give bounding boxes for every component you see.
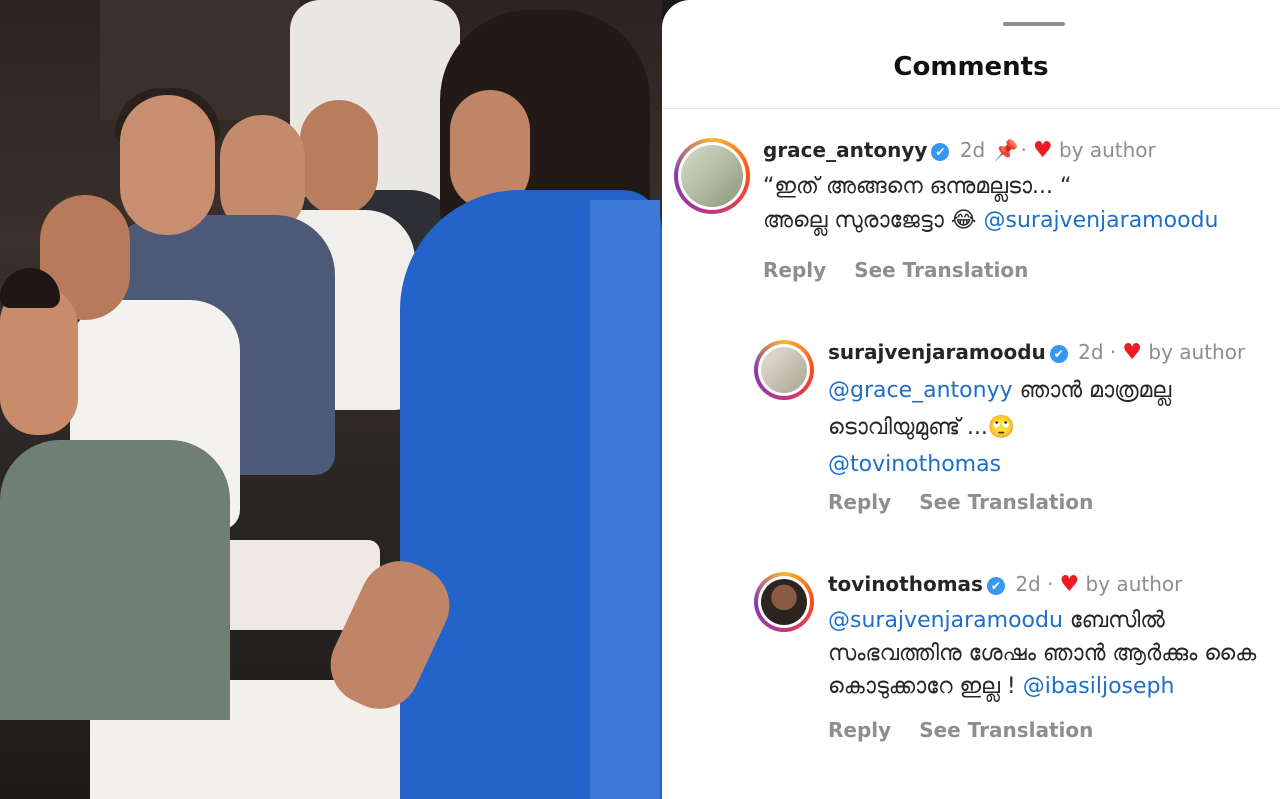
comment-actions: Reply See Translation — [828, 490, 1121, 514]
comments-sheet: Comments grace_antonyy ✔ 2d 📌 · ♥ by author… — [662, 0, 1280, 799]
timestamp: 2d — [1015, 572, 1041, 596]
avatar[interactable] — [674, 138, 750, 214]
comment-line: ഞാൻ മാത്രമല്ല — [1012, 378, 1172, 403]
comment-actions: Reply See Translation — [828, 718, 1121, 742]
seated-man-head — [120, 95, 215, 235]
see-translation-button[interactable]: See Translation — [919, 490, 1093, 514]
verified-badge-icon: ✔ — [1049, 344, 1068, 363]
timestamp: 2d — [1078, 340, 1104, 364]
comment-line: “ഇത് അങ്ങനെ ഒന്നുമല്ലടാ... “ — [763, 174, 1072, 199]
username[interactable]: tovinothomas — [828, 572, 983, 596]
comment-line: അല്ലെ സുരാജേട്ടാ 😂 — [763, 208, 984, 233]
mention-link[interactable]: @tovinothomas — [828, 452, 1001, 477]
avatar[interactable] — [754, 572, 814, 632]
comment-line: കൊടുക്കാറേ ഇല്ല ! — [828, 674, 1023, 699]
reply-button[interactable]: Reply — [828, 718, 891, 742]
divider — [662, 108, 1280, 109]
liked-by-author: by author — [1085, 572, 1183, 596]
seated-man-head — [300, 100, 378, 215]
comment-line: സംഭവത്തിനു ശേഷം ഞാൻ ആർക്കും കൈ — [828, 641, 1257, 666]
mention-link[interactable]: @surajvenjaramoodu — [984, 208, 1219, 233]
comment-text: @surajvenjaramoodu ബേസിൽ സംഭവത്തിനു ശേഷം… — [828, 604, 1256, 703]
timestamp: 2d — [959, 138, 986, 162]
see-translation-button[interactable]: See Translation — [919, 718, 1093, 742]
avatar[interactable] — [754, 340, 814, 400]
comment-line: ടൊവിയുമുണ്ട് ...🙄 — [828, 415, 1016, 440]
username[interactable]: grace_antonyy — [763, 138, 927, 162]
comment-line: ബേസിൽ — [1062, 608, 1165, 633]
reply-button[interactable]: Reply — [763, 258, 826, 282]
verified-badge-icon: ✔ — [931, 142, 950, 161]
seated-man-body — [0, 440, 230, 720]
sheet-title: Comments — [893, 52, 1049, 82]
heart-icon: ♥ — [1059, 572, 1080, 597]
comment-header: surajvenjaramoodu ✔ 2d · ♥ by author — [828, 340, 1246, 365]
event-photo — [0, 0, 662, 799]
see-translation-button[interactable]: See Translation — [854, 258, 1028, 282]
verified-badge-icon: ✔ — [986, 576, 1005, 595]
reply-button[interactable]: Reply — [828, 490, 891, 514]
username[interactable]: surajvenjaramoodu — [828, 340, 1046, 364]
mention-link[interactable]: @surajvenjaramoodu — [828, 608, 1063, 633]
sheet-grabber[interactable] — [1003, 22, 1065, 26]
comment-header: grace_antonyy ✔ 2d 📌 · ♥ by author — [763, 138, 1156, 163]
liked-by-author: by author — [1058, 138, 1156, 162]
comment-text: @grace_antonyy ഞാൻ മാത്രമല്ല ടൊവിയുമുണ്ട… — [828, 372, 1171, 483]
heart-icon: ♥ — [1122, 340, 1143, 365]
comment-header: tovinothomas ✔ 2d · ♥ by author — [828, 572, 1183, 597]
pin-icon: 📌 — [993, 138, 1019, 162]
woman-stole — [590, 200, 660, 799]
heart-icon: ♥ — [1032, 138, 1053, 163]
liked-by-author: by author — [1148, 340, 1246, 364]
mention-link[interactable]: @ibasiljoseph — [1023, 674, 1175, 699]
comment-text: “ഇത് അങ്ങനെ ഒന്നുമല്ലടാ... “ അല്ലെ സുരാജ… — [763, 170, 1218, 238]
comment-actions: Reply See Translation — [763, 258, 1056, 282]
mention-link[interactable]: @grace_antonyy — [828, 378, 1013, 403]
